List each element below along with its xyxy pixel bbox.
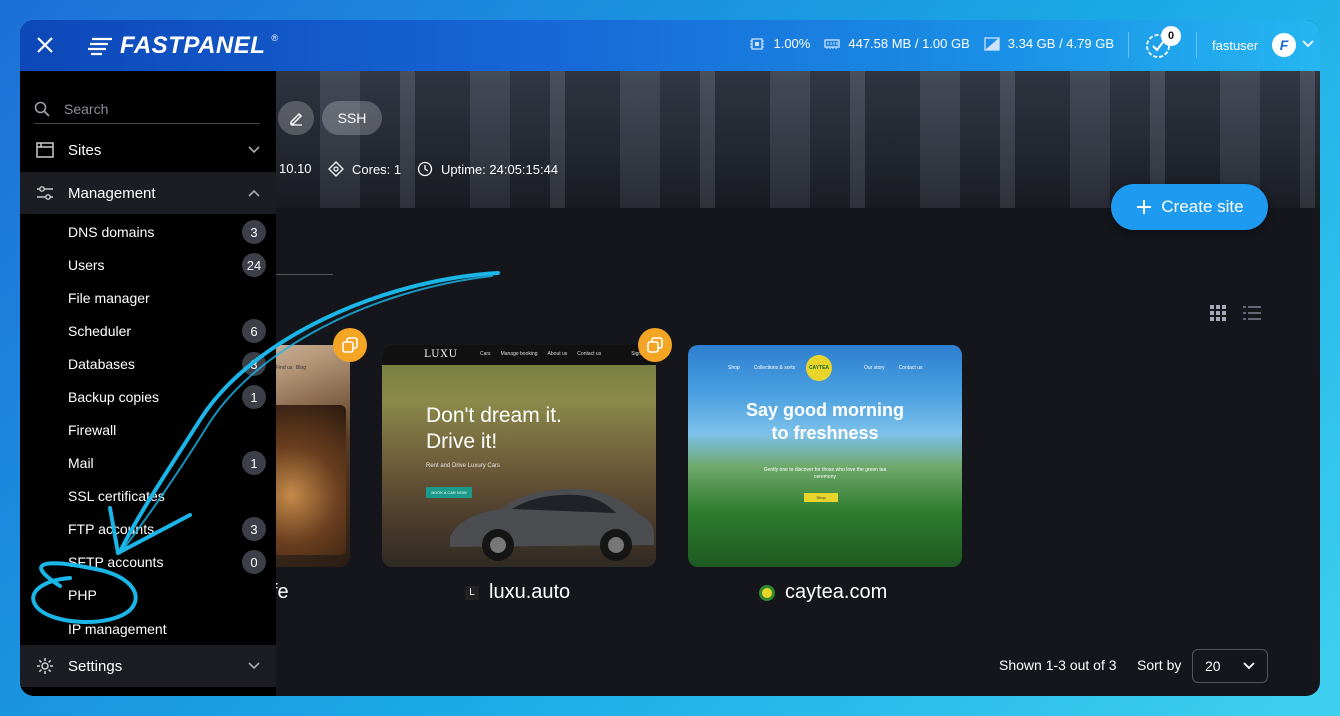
app-window: SSH 10.10 Cores: 1 Uptime: 24:05:15:44 C… — [20, 20, 1320, 696]
sidebar-item-php[interactable]: PHP — [68, 587, 97, 603]
preview-nav: Shop Collections & sorts — [728, 365, 796, 371]
copy-site-button-2[interactable] — [638, 328, 672, 362]
cpu-stat: 1.00% — [749, 36, 810, 51]
user-name[interactable]: fastuser — [1212, 38, 1258, 53]
pagination-info: Shown 1-3 out of 3 — [999, 657, 1117, 673]
divider — [1196, 32, 1197, 58]
chevron-down-icon — [248, 146, 260, 154]
server-stats: 1.00% 447.58 MB / 1.00 GB 3.34 GB / 4.79… — [749, 36, 1114, 51]
sidebar-item-databases[interactable]: Databases — [68, 356, 135, 372]
top-bar: FASTPANEL ® 1.00% 447.58 MB / 1.00 GB 3.… — [20, 20, 1320, 71]
sidebar-item-sftp-accounts[interactable]: SFTP accounts — [68, 554, 163, 570]
sidebar-item-sites[interactable]: Sites — [20, 129, 276, 171]
per-page-select[interactable]: 20 — [1192, 649, 1268, 683]
chevron-down-icon — [248, 662, 260, 670]
browser-icon — [36, 142, 54, 158]
ram-stat: 447.58 MB / 1.00 GB — [824, 36, 970, 51]
cores-info: Cores: 1 — [328, 161, 401, 177]
chevron-down-icon — [1243, 662, 1255, 670]
ssh-button[interactable]: SSH — [322, 101, 382, 135]
search-icon — [34, 101, 50, 117]
count-badge: 0 — [242, 550, 266, 574]
close-icon[interactable] — [34, 34, 56, 56]
count-badge: 6 — [242, 319, 266, 343]
chevron-up-icon — [248, 189, 260, 197]
grid-view-icon[interactable] — [1210, 305, 1226, 321]
sidebar-item-backup-copies[interactable]: Backup copies — [68, 389, 159, 405]
sidebar-item-dns-domains[interactable]: DNS domains — [68, 224, 154, 240]
logo-mark-icon — [88, 37, 112, 56]
clock-icon — [417, 161, 433, 177]
count-badge: 3 — [242, 220, 266, 244]
preview-nav-right: Our story Contact us — [864, 365, 923, 371]
sidebar-menu: Search Sites Management DNS domains 3 Us… — [20, 71, 276, 696]
count-badge: 3 — [242, 352, 266, 376]
site-card-luxu[interactable]: LUXU Cars Manage booking About us Contac… — [382, 345, 656, 567]
ram-icon — [824, 38, 841, 49]
preview-headline: Don't dream it. Drive it! — [426, 404, 562, 453]
sidebar-item-file-manager[interactable]: File manager — [68, 290, 150, 306]
sort-by-label: Sort by — [1137, 657, 1182, 673]
fastpanel-logo[interactable]: FASTPANEL ® — [88, 32, 278, 60]
uptime-info: Uptime: 24:05:15:44 — [417, 161, 558, 177]
site-card-caytea[interactable]: Shop Collections & sorts CAYTEA Our stor… — [688, 345, 962, 567]
disk-icon — [984, 36, 1000, 51]
sidebar-search[interactable]: Search — [34, 94, 260, 124]
pencil-icon — [290, 112, 303, 126]
copy-site-button-1[interactable] — [333, 328, 367, 362]
count-badge: 24 — [242, 253, 266, 277]
count-badge: 3 — [242, 517, 266, 541]
create-site-button[interactable]: Create site — [1111, 184, 1268, 230]
tab-underline — [276, 274, 333, 275]
divider — [1128, 32, 1129, 58]
copy-icon — [342, 337, 358, 353]
luxu-favicon-icon: L — [465, 585, 479, 600]
site-name-luxu[interactable]: L luxu.auto — [465, 581, 570, 604]
site-name-caytea[interactable]: caytea.com — [759, 581, 887, 604]
sidebar-item-settings[interactable]: Settings — [20, 645, 276, 687]
sidebar-item-firewall[interactable]: Firewall — [68, 422, 116, 438]
disk-stat: 3.34 GB / 4.79 GB — [984, 36, 1114, 51]
preview-nav: Cars Manage booking About us Contact us … — [480, 351, 647, 357]
sidebar-item-ftp-accounts[interactable]: FTP accounts — [68, 521, 154, 537]
gear-icon — [37, 658, 53, 674]
plus-icon — [1137, 200, 1152, 214]
car-image — [450, 488, 654, 561]
avatar[interactable]: F — [1272, 33, 1296, 57]
edit-server-button[interactable] — [278, 101, 314, 135]
caytea-favicon-icon — [759, 584, 775, 601]
sidebar-item-scheduler[interactable]: Scheduler — [68, 323, 131, 339]
preview-headline: Say good morning to freshness — [745, 400, 904, 443]
sidebar-item-ip-management[interactable]: IP management — [68, 621, 167, 637]
ip-address: 10.10 — [279, 161, 312, 176]
sliders-icon — [37, 186, 53, 200]
count-badge: 1 — [242, 451, 266, 475]
count-badge: 1 — [242, 385, 266, 409]
sidebar-item-management[interactable]: Management — [20, 172, 276, 214]
cpu-icon — [750, 37, 765, 50]
chevron-down-icon[interactable] — [1302, 39, 1314, 49]
copy-icon — [647, 337, 663, 353]
sidebar-item-ssl-certificates[interactable]: SSL certificates — [68, 488, 165, 504]
list-view-icon[interactable] — [1243, 305, 1261, 321]
tasks-count-badge: 0 — [1161, 26, 1181, 46]
sidebar-item-mail[interactable]: Mail — [68, 455, 94, 471]
sidebar-item-users[interactable]: Users — [68, 257, 105, 273]
cores-icon — [328, 161, 344, 177]
